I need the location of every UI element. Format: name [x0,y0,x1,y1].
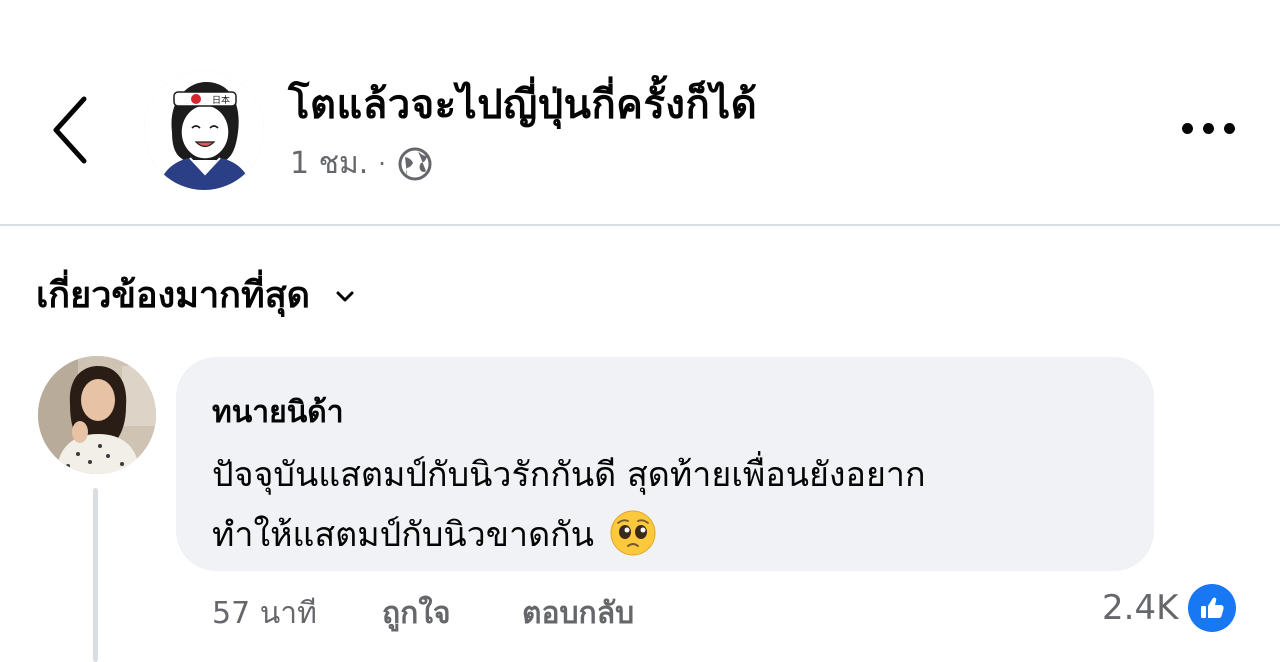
more-dot [1202,122,1214,134]
pleading-face-emoji [610,510,656,555]
comment-text-line: ปัจจุบันแสตมป์กับนิวรักกันดี สุดท้ายเพื่… [212,455,926,495]
like-button[interactable]: ถูกใจ [382,590,522,637]
comment-author[interactable]: ทนายนิด้า [212,389,344,436]
like-icon [1188,584,1237,632]
reaction-summary[interactable]: 2.4K [1102,584,1237,632]
meta-separator: · [378,149,386,178]
back-chevron-icon [53,96,87,164]
sort-label: เกี่ยวข้องมากที่สุด [36,275,311,316]
post-meta: 1 ชม. · [290,140,432,187]
chevron-down-icon [336,291,354,301]
reply-thread-line [93,488,98,662]
back-button[interactable] [40,88,100,172]
page-avatar[interactable]: 日本 [144,70,264,190]
comment-actions: 57 นาที ถูกใจ ตอบกลับ [212,590,634,637]
comment-text-line-with-emoji: ทำให้แสตมป์กับนิวขาดกัน [212,507,658,562]
globe-icon [398,147,432,180]
commenter-photo [38,356,156,474]
commenter-avatar[interactable] [38,356,156,474]
comment-text-line: ทำให้แสตมป์กับนิวขาดกัน [212,515,595,555]
comment-bubble[interactable]: ทนายนิด้า ปัจจุบันแสตมป์กับนิวรักกันดี ส… [176,357,1154,571]
page-name[interactable]: โตแล้วจะไปญี่ปุ่นกี่ครั้งก็ได้ [288,72,757,136]
reply-button[interactable]: ตอบกลับ [522,590,634,637]
more-dot [1223,122,1235,134]
post-comments-view: 日本 โตแล้วจะไปญี่ปุ่นกี่ครั้งก็ได้ 1 ชม. … [0,0,1280,662]
more-dot [1181,122,1193,134]
post-time[interactable]: 1 ชม. [290,140,368,187]
comment-timestamp[interactable]: 57 นาที [212,590,382,637]
svg-text:日本: 日本 [212,94,230,106]
comment-sort-dropdown[interactable]: เกี่ยวข้องมากที่สุด [36,266,354,323]
page-avatar-illustration: 日本 [144,70,264,190]
more-options-button[interactable] [1170,104,1246,152]
reaction-count: 2.4K [1102,588,1179,628]
header-divider [0,224,1280,226]
